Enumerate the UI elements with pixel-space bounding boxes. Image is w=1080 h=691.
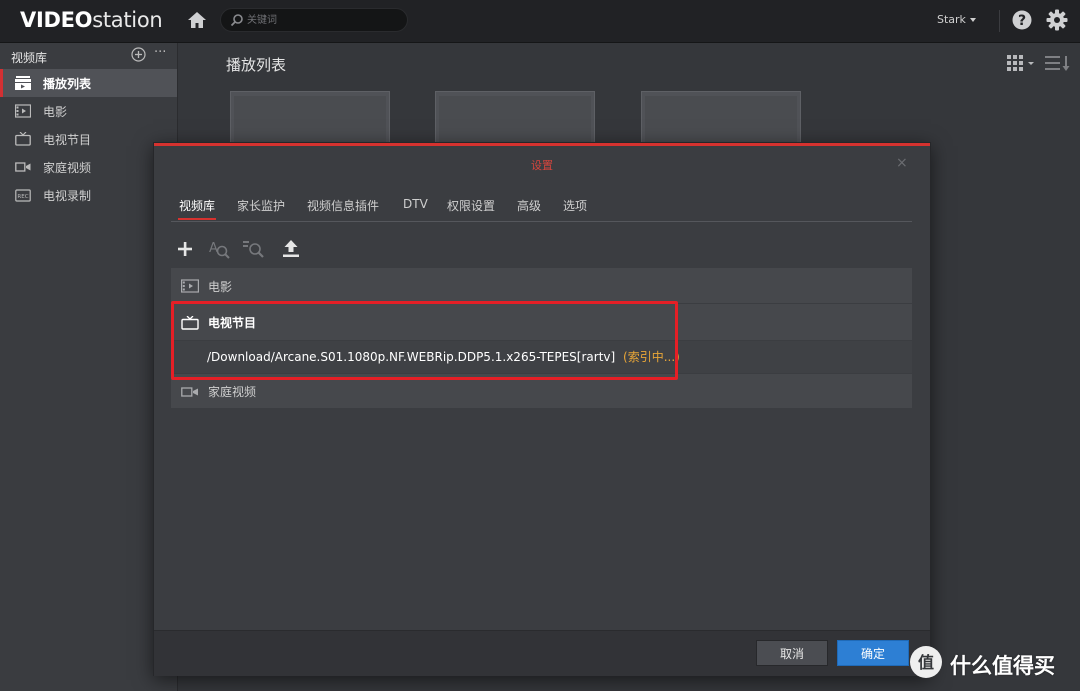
sidebar-item-tv-shows[interactable]: 电视节目 [0,125,177,153]
sidebar-item-playlist[interactable]: 播放列表 [0,69,177,97]
svg-text:REC: REC [17,194,28,200]
tab-label: 高级 [517,199,542,213]
search-magnify-icon[interactable] [243,238,265,260]
annotation-highlight-box [171,301,678,380]
search-icon [230,13,244,27]
search-text-icon[interactable]: A [208,238,230,260]
search-box[interactable] [220,8,408,32]
watermark-logo-icon: 值 [910,646,942,678]
sidebar-item-label: 电影 [43,105,68,119]
tab-label: DTV [403,197,428,211]
cancel-button[interactable]: 取消 [756,640,828,666]
close-icon[interactable]: × [896,155,908,171]
svg-text:A: A [209,241,218,256]
page-title: 播放列表 [226,56,287,74]
sidebar-item-home-videos[interactable]: 家庭视频 [0,153,177,181]
svg-text:值: 值 [918,653,934,672]
search-input[interactable] [247,12,397,28]
tab-options[interactable]: 选项 [563,197,587,214]
sidebar-item-movies[interactable]: 电影 [0,97,177,125]
sidebar-item-tv-recordings[interactable]: REC 电视录制 [0,181,177,209]
user-menu[interactable]: Stark [937,13,976,26]
sidebar: 视频库 ··· 播放列表 电影 电视节目 家庭视频 REC 电视录制 [0,43,178,691]
user-name: Stark [937,13,966,26]
top-bar: VIDEOstation Stark ? [0,0,1080,43]
home-icon[interactable] [186,9,208,31]
dialog-footer: 取消 确定 [154,630,930,676]
active-indicator [0,69,3,97]
watermark: 值 什么值得买 [908,644,1078,682]
library-label: 电影 [208,280,233,294]
tab-dtv[interactable]: DTV [403,197,428,211]
sidebar-item-label: 电视节目 [43,133,92,147]
add-icon[interactable] [174,238,196,260]
sidebar-item-label: 电视录制 [43,189,92,203]
tab-video-library[interactable]: 视频库 [178,197,217,220]
tab-underline [178,218,217,220]
tab-label: 选项 [563,199,588,213]
settings-tabs: 视频库 家长监护 视频信息插件 DTV 权限设置 高级 选项 [171,197,912,222]
dialog-title: 设置 [531,159,553,172]
gear-icon[interactable] [1046,9,1068,31]
tab-advanced[interactable]: 高级 [517,197,541,214]
film-icon [14,104,32,118]
camcorder-icon [15,160,31,174]
chevron-down-icon [969,18,976,22]
rec-icon: REC [15,188,31,202]
playlist-icon [15,76,31,90]
divider [999,10,1000,32]
sidebar-item-label: 家庭视频 [43,161,92,175]
logo-light-text: station [92,8,163,32]
film-icon [181,279,199,293]
grid-view-icon[interactable] [1007,54,1037,72]
tab-label: 视频信息插件 [307,199,380,213]
more-icon[interactable]: ··· [154,45,166,60]
sort-icon[interactable] [1045,54,1071,72]
svg-text:?: ? [1018,13,1026,29]
sidebar-header: 视频库 [11,51,48,65]
logo-bold-text: VIDEO [20,8,93,32]
library-row-movies[interactable]: 电影 [171,268,912,303]
tab-label: 家长监护 [237,199,286,213]
plus-circle-icon[interactable] [131,47,146,62]
sidebar-item-label: 播放列表 [43,77,92,91]
app-logo: VIDEOstation [20,8,163,32]
help-icon[interactable]: ? [1011,9,1033,31]
upload-icon[interactable] [280,238,302,260]
tab-label: 权限设置 [447,199,496,213]
ok-button[interactable]: 确定 [837,640,909,666]
watermark-text: 什么值得买 [950,654,1055,678]
dialog-accent-bar [154,143,930,146]
tv-icon [15,131,31,146]
camcorder-icon [181,385,199,399]
tab-label: 视频库 [179,199,216,213]
tab-privileges[interactable]: 权限设置 [447,197,495,214]
settings-dialog: 设置 × 视频库 家长监护 视频信息插件 DTV 权限设置 高级 选项 A 电影… [153,142,931,676]
tab-parental-control[interactable]: 家长监护 [237,197,285,214]
tab-video-info-plugin[interactable]: 视频信息插件 [307,197,379,214]
library-label: 家庭视频 [208,385,257,399]
